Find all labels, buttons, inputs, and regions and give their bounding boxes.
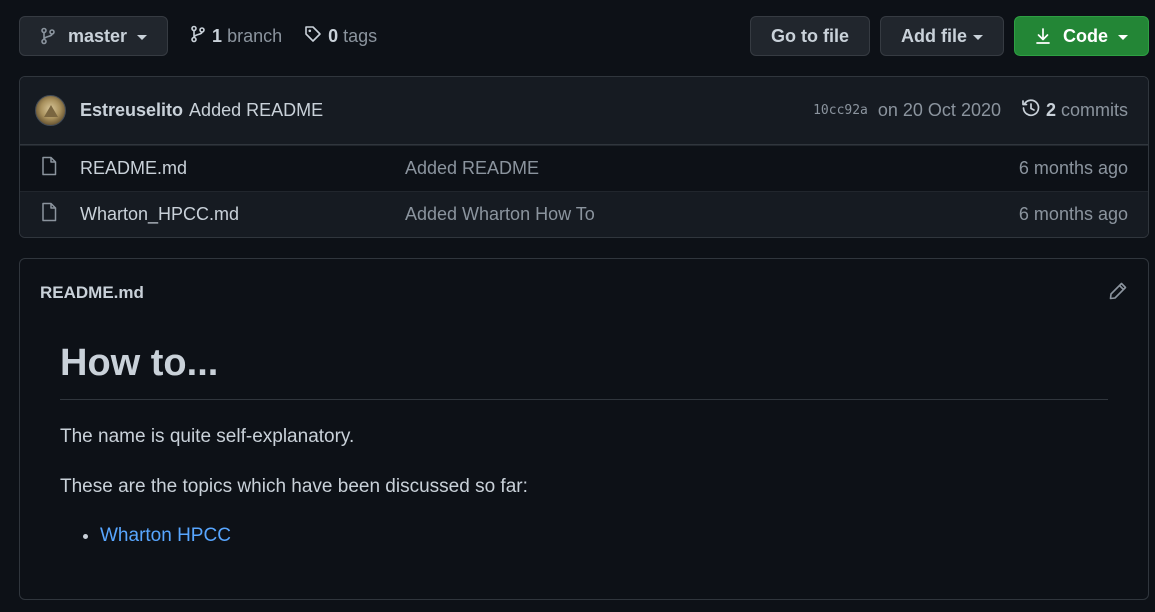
avatar[interactable] xyxy=(35,95,66,126)
readme-paragraph: These are the topics which have been dis… xyxy=(60,476,528,498)
file-commit-message-link[interactable]: Added README xyxy=(405,158,539,179)
latest-commit-bar: Estreuselito Added README 10cc92a on 20 … xyxy=(20,77,1148,145)
download-icon xyxy=(1035,27,1051,45)
file-name-link[interactable]: Wharton_HPCC.md xyxy=(80,204,405,225)
chevron-down-icon xyxy=(137,34,148,40)
readme-content: How to... The name is quite self-explana… xyxy=(20,327,1148,547)
repo-toolbar: master 1 branch 0 tags Go to file Add fi… xyxy=(19,16,1149,56)
file-name-link[interactable]: README.md xyxy=(80,158,405,179)
commits-history-link[interactable]: 2 commits xyxy=(1021,98,1128,123)
file-row[interactable]: README.md Added README 6 months ago xyxy=(20,145,1148,191)
branch-count: 1 xyxy=(212,25,223,46)
chevron-down-icon xyxy=(973,34,983,40)
tag-icon xyxy=(304,25,322,48)
file-commit-message-link[interactable]: Added Wharton How To xyxy=(405,204,595,225)
pencil-icon[interactable] xyxy=(1108,281,1128,306)
add-file-button[interactable]: Add file xyxy=(880,16,1004,56)
file-age: 6 months ago xyxy=(1018,158,1128,178)
readme-paragraph: The name is quite self-explanatory. xyxy=(60,425,355,447)
commit-date: on 20 Oct 2020 xyxy=(877,100,1001,120)
git-branch-icon xyxy=(190,25,206,48)
git-branch-icon xyxy=(40,27,56,45)
branches-link[interactable]: 1 branch xyxy=(190,25,282,48)
branch-name: master xyxy=(68,25,128,46)
commit-count: 2 xyxy=(1045,100,1056,120)
wharton-hpcc-link[interactable]: Wharton HPCC xyxy=(100,525,231,546)
readme-panel: README.md How to... The name is quite se… xyxy=(19,258,1149,600)
commit-message-link[interactable]: Added README xyxy=(189,100,323,121)
readme-header: README.md xyxy=(20,259,1148,327)
code-button[interactable]: Code xyxy=(1014,16,1149,56)
go-to-file-button[interactable]: Go to file xyxy=(750,16,870,56)
list-item: Wharton HPCC xyxy=(100,525,1108,547)
file-row[interactable]: Wharton_HPCC.md Added Wharton How To 6 m… xyxy=(20,191,1148,237)
branch-select-button[interactable]: master xyxy=(19,16,169,56)
readme-heading: How to... xyxy=(60,341,1108,400)
commit-author-link[interactable]: Estreuselito xyxy=(80,100,183,121)
file-icon xyxy=(40,202,58,227)
readme-topic-list: Wharton HPCC xyxy=(60,525,1108,547)
chevron-down-icon xyxy=(1118,34,1128,40)
branch-label: branch xyxy=(227,25,283,46)
code-label: Code xyxy=(1063,25,1108,46)
commit-label: commits xyxy=(1061,100,1128,120)
history-icon xyxy=(1021,98,1041,123)
tags-link[interactable]: 0 tags xyxy=(304,25,377,48)
tag-count: 0 xyxy=(328,25,339,46)
tag-label: tags xyxy=(343,25,378,46)
file-icon xyxy=(40,156,58,181)
readme-filename-link[interactable]: README.md xyxy=(40,283,144,303)
file-age: 6 months ago xyxy=(1018,204,1128,224)
commit-sha-link[interactable]: 10cc92a xyxy=(813,103,868,118)
file-list: Estreuselito Added README 10cc92a on 20 … xyxy=(19,76,1149,238)
add-file-label: Add file xyxy=(901,25,967,46)
